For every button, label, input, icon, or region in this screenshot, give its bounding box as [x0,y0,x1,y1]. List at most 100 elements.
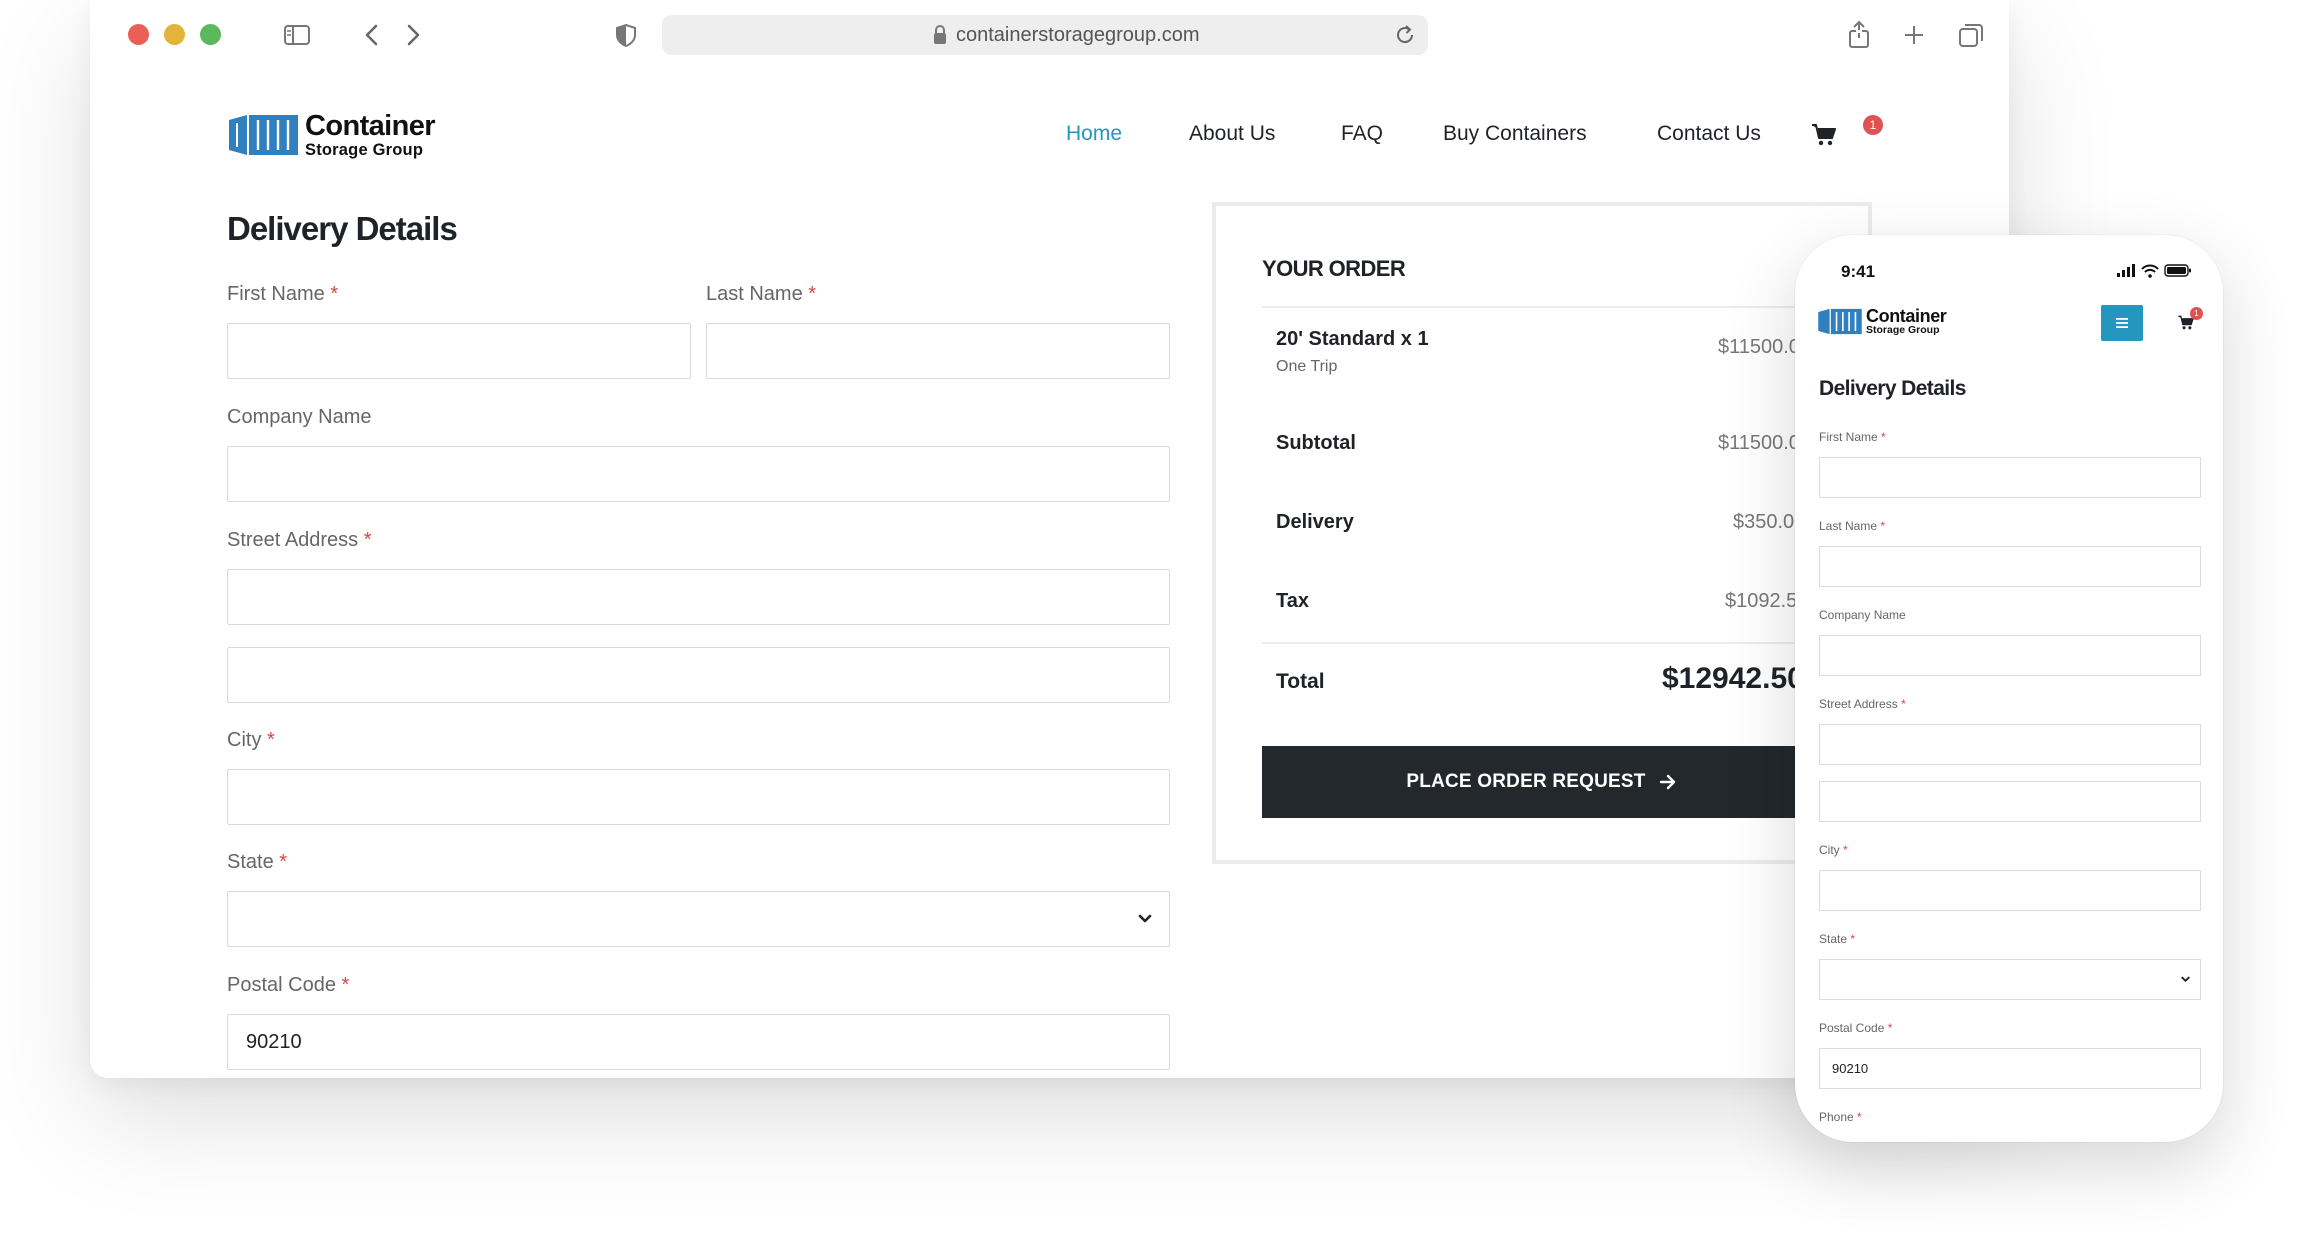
last-name-label: Last Name * [1819,519,1886,533]
mobile-first-name-input[interactable] [1819,457,2201,498]
state-label: State * [1819,932,1856,946]
status-bar-time: 9:41 [1841,262,1876,281]
status-bar-icons [2117,264,2191,278]
order-summary: YOUR ORDER 20' Standard x 1 One Trip $11… [1212,202,1872,864]
first-name-label: First Name * [227,283,339,305]
signal-icon [2117,264,2135,277]
hamburger-menu-button[interactable] [2101,305,2143,341]
privacy-shield-icon[interactable] [609,18,643,52]
order-item-name: 20' Standard x 1 [1276,328,1429,350]
company-name-label: Company Name [227,406,372,428]
mobile-company-name-input[interactable] [1819,635,2201,676]
state-label: State * [227,851,288,873]
required-marker: * [1850,932,1856,946]
divider [1262,306,1868,308]
company-name-input[interactable] [227,446,1170,502]
city-label: City * [1819,843,1848,857]
required-marker: * [279,851,288,873]
required-marker: * [808,283,817,305]
required-marker: * [1901,697,1906,711]
browser-toolbar: containerstoragegroup.com [90,0,2009,70]
mobile-site-logo[interactable]: Container Storage Group [1817,306,1947,337]
street-address-label: Street Address * [1819,697,1906,711]
wifi-icon [2141,264,2159,278]
forward-icon[interactable] [396,18,430,52]
required-marker: * [267,729,275,751]
postal-code-label: Postal Code * [227,974,350,996]
street-address-line1-input[interactable] [227,569,1170,625]
order-title: YOUR ORDER [1262,256,1406,281]
mobile-state-select[interactable] [1819,959,2201,1000]
reload-icon[interactable] [1392,22,1418,48]
website: Container Storage Group Home About Us FA… [90,70,2009,1078]
required-marker: * [341,974,350,996]
city-input[interactable] [227,769,1170,825]
cart-count-badge: 1 [2190,307,2203,320]
total-label: Total [1276,670,1325,693]
divider [1262,642,1868,644]
main-nav: Home About Us FAQ Buy Containers Contact… [90,122,2009,152]
total-value: $12942.50 [1662,662,1804,695]
logo-text-secondary: Storage Group [1866,324,1940,337]
city-label: City * [227,729,275,751]
mobile-last-name-input[interactable] [1819,546,2201,587]
required-marker: * [363,529,372,551]
first-name-label: First Name * [1819,430,1886,444]
sidebar-icon[interactable] [280,18,314,52]
tabs-overview-icon[interactable] [1954,18,1988,52]
required-marker: * [1887,1021,1893,1035]
mobile-street-address-line2-input[interactable] [1819,781,2201,822]
delivery-label: Delivery [1276,511,1354,533]
lock-icon [934,25,946,44]
container-logo-icon [1818,308,1862,335]
nav-home[interactable]: Home [1066,122,1122,146]
place-order-button[interactable]: PLACE ORDER REQUEST [1262,746,1822,818]
required-marker: * [330,283,339,305]
share-icon[interactable] [1842,18,1876,52]
chevron-down-icon [1138,914,1152,923]
arrow-right-icon [1659,774,1675,790]
minimize-window-button[interactable] [164,24,185,45]
nav-faq[interactable]: FAQ [1341,122,1383,146]
chevron-down-icon [2181,976,2190,982]
required-marker: * [1857,1110,1862,1124]
url-text: containerstoragegroup.com [956,24,1200,46]
company-name-label: Company Name [1819,608,1906,622]
street-address-line2-input[interactable] [227,647,1170,703]
required-marker: * [1881,430,1886,444]
last-name-label: Last Name * [706,283,817,305]
state-select[interactable] [227,891,1170,947]
order-item-condition: One Trip [1276,358,1338,375]
postal-code-input[interactable] [227,1014,1170,1070]
required-marker: * [1880,519,1886,533]
page-title: Delivery Details [227,210,458,247]
battery-icon [2164,264,2191,277]
address-bar[interactable]: containerstoragegroup.com [662,15,1428,55]
phone-mockup: 9:41 Container Storage Group 1 Delivery … [1795,235,2223,1142]
browser-window: containerstoragegroup.com Container Stor… [90,0,2009,1078]
last-name-input[interactable] [706,323,1170,379]
zoom-window-button[interactable] [200,24,221,45]
nav-contact-us[interactable]: Contact Us [1657,122,1761,146]
logo-text-primary: Container [1866,306,1947,327]
first-name-input[interactable] [227,323,691,379]
subtotal-label: Subtotal [1276,432,1356,454]
new-tab-icon[interactable] [1897,18,1931,52]
cart-icon[interactable] [1810,120,1838,148]
place-order-label: PLACE ORDER REQUEST [1406,771,1646,792]
cart-count-badge: 1 [1863,115,1883,135]
phone-label: Phone * [1819,1110,1862,1124]
street-address-label: Street Address * [227,529,372,551]
close-window-button[interactable] [128,24,149,45]
back-icon[interactable] [355,18,389,52]
menu-icon [2116,318,2128,328]
mobile-city-input[interactable] [1819,870,2201,911]
nav-about-us[interactable]: About Us [1189,122,1275,146]
tax-label: Tax [1276,590,1309,612]
mobile-street-address-line1-input[interactable] [1819,724,2201,765]
postal-code-label: Postal Code * [1819,1021,1893,1035]
mobile-postal-code-input[interactable] [1819,1048,2201,1089]
nav-buy-containers[interactable]: Buy Containers [1443,122,1587,146]
required-marker: * [1843,843,1848,857]
mobile-page-title: Delivery Details [1819,377,1966,400]
